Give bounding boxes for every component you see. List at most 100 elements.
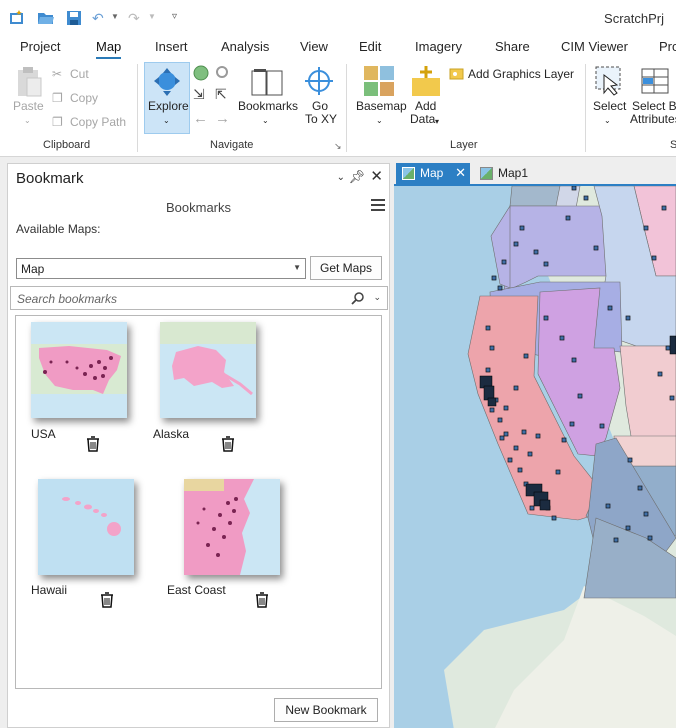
get-maps-button[interactable]: Get Maps (310, 256, 382, 280)
chevron-down-icon: ▼ (293, 263, 301, 272)
full-extent-icon[interactable] (193, 65, 209, 81)
map-tab-icon (402, 167, 415, 180)
save-project-icon[interactable] (65, 9, 83, 27)
bookmark-name-east-coast: East Coast (167, 583, 226, 597)
new-project-icon[interactable] (8, 9, 26, 27)
bookmarks-icon (251, 69, 283, 96)
cut-icon: ✂ (52, 67, 63, 81)
add-data-label-line2: Data (410, 112, 436, 126)
zoom-in-arrows-icon[interactable]: ⇲ (193, 87, 205, 101)
close-pane-icon[interactable]: ✕ (370, 167, 383, 185)
project-name: ScratchPrj (604, 11, 664, 26)
tab-imagery[interactable]: Imagery (415, 39, 462, 54)
tab-share[interactable]: Share (495, 39, 530, 54)
paste-button: Paste (13, 99, 44, 113)
navigate-group-label: Navigate (210, 139, 254, 151)
new-bookmark-button[interactable]: New Bookmark (274, 698, 378, 722)
cut-button: Cut (70, 67, 89, 81)
bookmark-thumbnail-east-coast[interactable] (184, 479, 280, 575)
basemap-button[interactable]: Basemap (356, 100, 407, 113)
selection-group-label: S (670, 139, 676, 151)
ribbon: Paste ⌄ ✂ Cut ❐ Copy ❐ Copy Path Clipboa… (0, 60, 676, 157)
add-data-icon (412, 66, 440, 96)
ribbon-separator (585, 64, 586, 152)
tab-cim-viewer[interactable]: CIM Viewer (561, 39, 628, 54)
pane-subtitle: Bookmarks (165, 200, 232, 215)
next-extent-icon: → (215, 110, 230, 127)
basemap-icon (364, 66, 394, 96)
fixed-zoom-icon[interactable] (215, 65, 231, 81)
pin-icon[interactable]: 📌︎ (348, 169, 365, 185)
bookmarks-button[interactable]: Bookmarks (238, 100, 298, 113)
hamburger-menu-icon[interactable] (371, 198, 385, 212)
tab-analysis[interactable]: Analysis (221, 39, 269, 54)
tab-edit[interactable]: Edit (359, 39, 381, 54)
paste-dropdown-icon: ⌄ (24, 116, 31, 125)
search-icon[interactable] (351, 291, 365, 305)
open-project-icon[interactable] (37, 9, 55, 27)
map-drawing (394, 186, 676, 728)
available-maps-label: Available Maps: (16, 222, 101, 236)
clipboard-group-label: Clipboard (43, 139, 91, 151)
bookmark-thumbnail-hawaii[interactable] (38, 479, 134, 575)
pane-title: Bookmark (16, 170, 84, 187)
bookmarks-dropdown-icon[interactable]: ⌄ (262, 114, 269, 127)
bookmark-thumbnail-usa[interactable] (31, 322, 127, 418)
add-graphics-layer-button[interactable]: Add Graphics Layer (468, 68, 574, 81)
map-select[interactable]: Map ▼ (16, 258, 306, 279)
undo-dropdown-icon[interactable]: ▼ (111, 12, 119, 21)
map-tab-strip: Map ✕ Map1 (394, 163, 676, 184)
delete-bookmark-hawaii-icon[interactable] (100, 592, 114, 608)
copy-button: Copy (70, 91, 99, 105)
ribbon-tabs: Project Map Insert Analysis View Edit Im… (0, 36, 676, 60)
map-canvas[interactable] (394, 184, 676, 728)
delete-bookmark-alaska-icon[interactable] (221, 436, 235, 452)
explore-button[interactable]: Explore ⌄ (144, 62, 190, 134)
search-bookmarks-field[interactable]: Search bookmarks ⌄ (10, 286, 388, 310)
map-select-value: Map (21, 262, 45, 276)
customize-toolbar-icon[interactable]: ▿ (172, 11, 177, 22)
tab-map[interactable]: Map (96, 39, 122, 59)
bookmark-gallery: USA Alaska Hawaii East Coast (15, 315, 382, 689)
explore-dropdown-icon: ⌄ (163, 116, 170, 125)
map-tab-label: Map1 (498, 166, 529, 180)
quick-access-toolbar: ↶ ▼ ↷ ▼ ▿ ScratchPrj (0, 0, 676, 36)
basemap-dropdown-icon[interactable]: ⌄ (376, 114, 383, 127)
map-view-container: Map ✕ Map1 (394, 163, 676, 728)
select-dropdown-icon[interactable]: ⌄ (604, 114, 611, 127)
layer-group-label: Layer (450, 139, 478, 151)
ribbon-separator (346, 64, 347, 152)
map-tab-map[interactable]: Map ✕ (396, 163, 470, 184)
map-tab-map1[interactable]: Map1 (474, 163, 544, 184)
map-tab-icon (480, 167, 493, 180)
undo-icon[interactable]: ↶ (92, 10, 104, 27)
navigate-dialog-launcher-icon[interactable]: ↘ (334, 140, 342, 153)
search-bookmarks-input[interactable]: Search bookmarks (17, 292, 117, 306)
map-tab-label: Map (420, 166, 444, 180)
tab-view[interactable]: View (300, 39, 328, 54)
tab-insert[interactable]: Insert (155, 39, 188, 54)
tab-pro[interactable]: Pro (659, 39, 676, 54)
add-data-dropdown-icon[interactable]: ▾ (435, 115, 439, 128)
bookmark-pane: Bookmark ⌄ 📌︎ ✕ Bookmarks Available Maps… (7, 163, 390, 728)
search-options-dropdown-icon[interactable]: ⌄ (373, 292, 381, 303)
zoom-out-arrows-icon[interactable]: ⇱ (215, 87, 227, 101)
tab-project[interactable]: Project (20, 39, 60, 54)
ribbon-separator (137, 64, 138, 152)
bookmark-name-usa: USA (31, 427, 56, 441)
goto-xy-icon (305, 67, 333, 95)
copy-path-icon: ❐ (52, 115, 63, 129)
bookmark-name-alaska: Alaska (153, 427, 190, 441)
select-icon (595, 66, 621, 96)
delete-bookmark-usa-icon[interactable] (86, 436, 100, 452)
select-by-attributes-label-line2: Attributes (630, 112, 676, 126)
goto-xy-label-line2: To XY (305, 112, 338, 126)
redo-dropdown-icon: ▼ (148, 12, 156, 21)
copy-path-button: Copy Path (70, 115, 127, 129)
close-map-tab-icon[interactable]: ✕ (455, 165, 466, 181)
delete-bookmark-east-coast-icon[interactable] (255, 592, 269, 608)
paste-icon (18, 67, 42, 97)
select-button[interactable]: Select (593, 100, 626, 113)
pane-options-chevron-icon[interactable]: ⌄ (337, 172, 345, 183)
bookmark-thumbnail-alaska[interactable] (160, 322, 256, 418)
